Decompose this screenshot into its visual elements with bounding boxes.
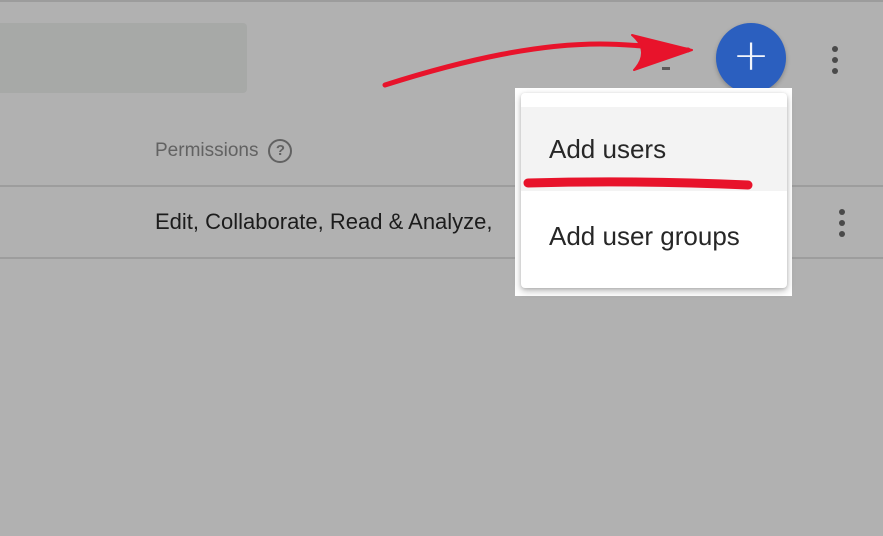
top-divider <box>0 0 883 2</box>
search-field[interactable] <box>0 23 247 93</box>
help-icon[interactable]: ? <box>268 139 293 163</box>
plus-icon: + <box>732 30 770 81</box>
permissions-column-header: Permissions ? <box>155 139 293 163</box>
header-more-button[interactable] <box>823 42 847 78</box>
add-menu: Add users Add user groups <box>521 93 787 288</box>
arrowhead-annotation <box>631 34 693 71</box>
row-more-button[interactable] <box>830 205 854 241</box>
add-users-menu-item[interactable]: Add users <box>521 107 787 191</box>
add-button[interactable]: + <box>716 23 786 93</box>
arrow-annotation <box>382 41 691 88</box>
dash-mark <box>662 67 670 70</box>
more-vert-icon <box>839 209 845 215</box>
row-permissions: Edit, Collaborate, Read & Analyze, <box>155 209 493 234</box>
more-vert-icon <box>832 46 838 52</box>
add-user-groups-menu-item[interactable]: Add user groups <box>521 191 787 277</box>
permissions-header-label: Permissions <box>155 140 259 161</box>
